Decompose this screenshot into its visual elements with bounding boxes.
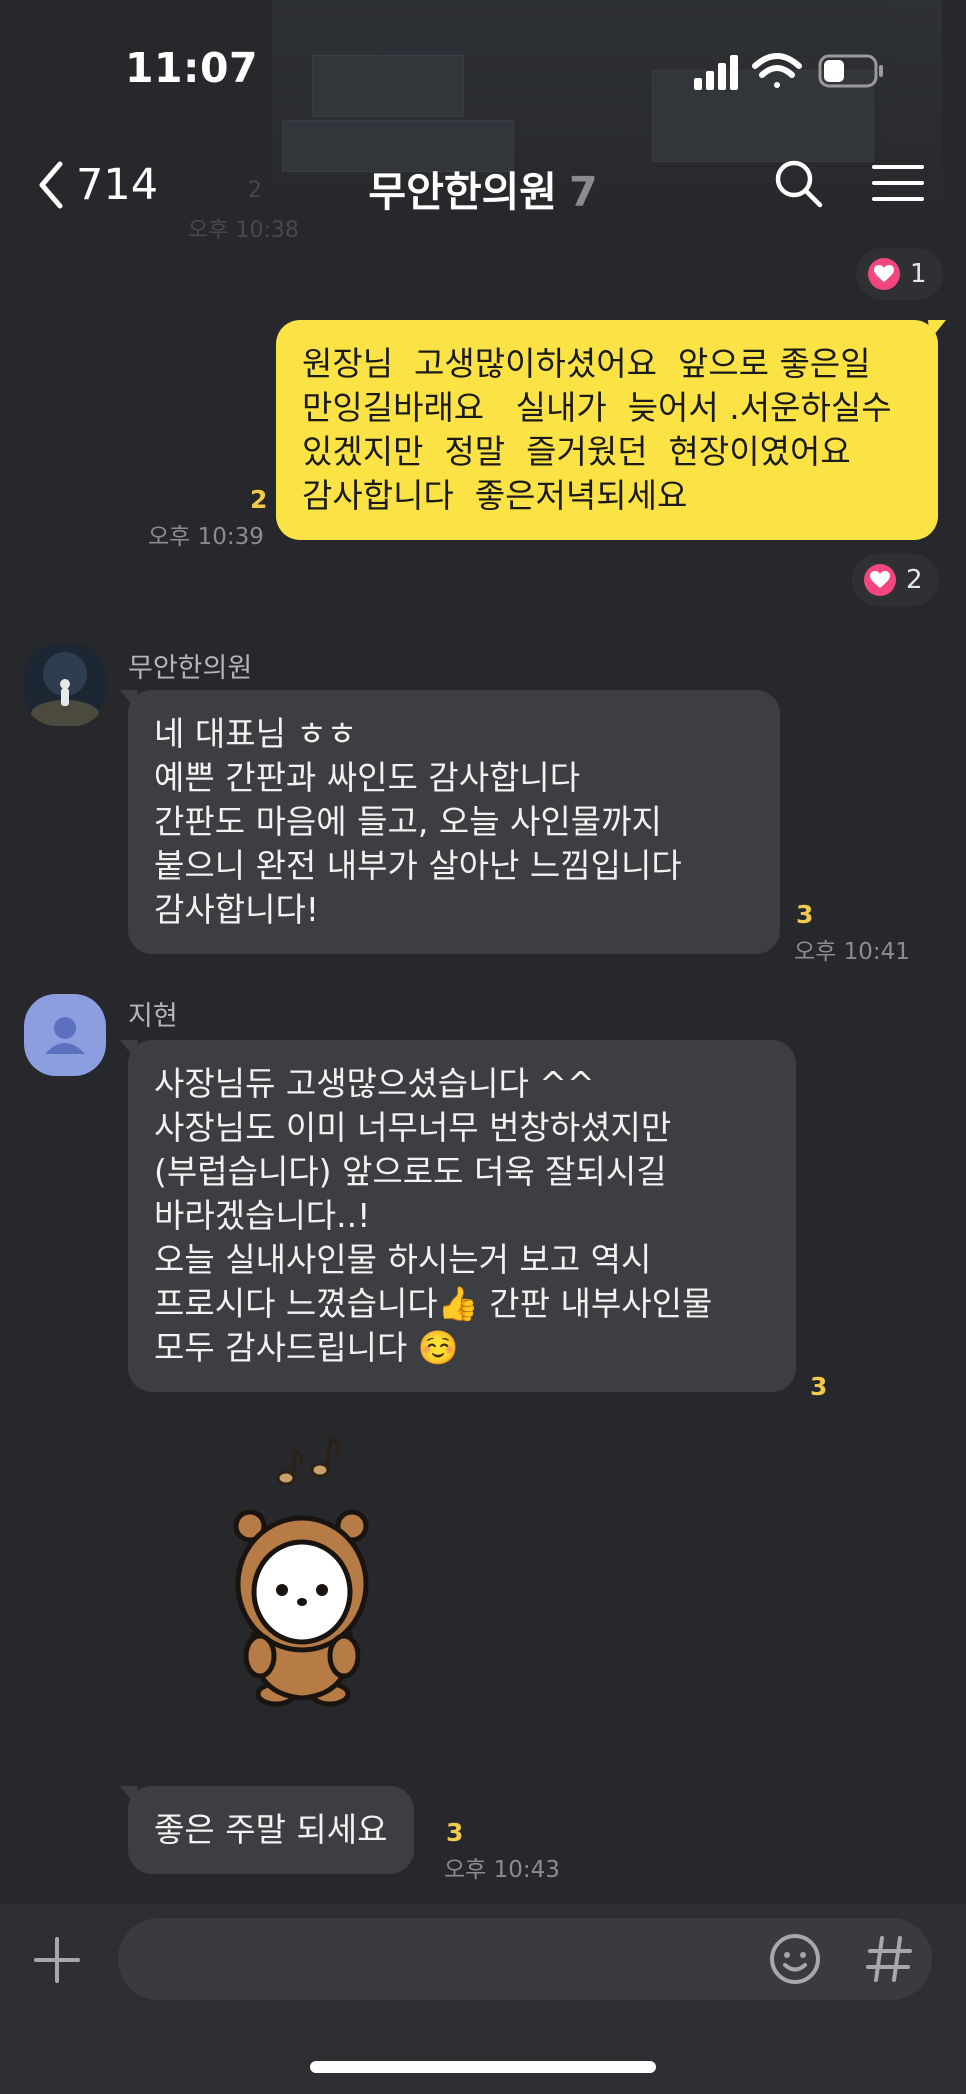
avatar[interactable] <box>24 644 106 726</box>
reaction-badge[interactable]: 1 <box>856 248 943 300</box>
unread-count: 2 <box>250 485 268 514</box>
sender-name: 지현 <box>128 1001 178 1032</box>
reaction-count: 2 <box>906 565 923 595</box>
message-bubble-theirs[interactable]: 좋은 주말 되세요 <box>128 1786 414 1874</box>
default-person-icon <box>45 1017 85 1054</box>
message-time: 오후 10:39 <box>148 524 264 550</box>
cellular-signal-icon <box>694 55 738 90</box>
unread-count: 3 <box>446 1818 464 1847</box>
message-bubble-mine[interactable]: 원장님 고생많이하셨어요 앞으로 좋은일 만잉길바래요 실내가 늦어서 .서운하… <box>276 320 938 540</box>
search-icon[interactable] <box>772 157 824 209</box>
message-bubble-theirs[interactable]: 네 대표님 ㅎㅎ 예쁜 간판과 싸인도 감사합니다 간판도 마음에 들고, 오늘… <box>128 690 780 954</box>
heart-icon <box>868 258 900 290</box>
heart-icon <box>864 564 896 596</box>
message-time: 오후 10:43 <box>444 1857 560 1883</box>
message-bubble-theirs[interactable]: 사장님듀 고생많으셨습니다 ^^ 사장님도 이미 너무너무 번창하셨지만(부럽습… <box>128 1040 796 1392</box>
message-time: 오후 10:41 <box>794 939 910 965</box>
hashtag-icon[interactable] <box>866 1934 912 1984</box>
chatroom-name: 무안한의원 <box>368 168 558 216</box>
bear-costume-sticker[interactable] <box>220 1424 400 1714</box>
plus-icon[interactable] <box>34 1937 80 1983</box>
emoticon-icon[interactable] <box>768 1932 822 1986</box>
unread-count: 3 <box>796 900 814 929</box>
home-indicator <box>310 2061 656 2073</box>
unread-count: 3 <box>810 1372 828 1401</box>
bubble-tail <box>928 320 946 340</box>
menu-icon[interactable] <box>872 157 924 209</box>
status-icons <box>694 53 883 90</box>
sender-name: 무안한의원 <box>128 653 253 684</box>
battery-icon <box>818 54 883 88</box>
reaction-badge[interactable]: 2 <box>852 554 939 606</box>
wifi-icon <box>752 53 802 88</box>
status-time: 11:07 <box>125 44 259 92</box>
avatar[interactable] <box>24 994 106 1076</box>
reaction-count: 1 <box>910 259 927 289</box>
music-notes-icon <box>276 1436 340 1486</box>
member-count: 7 <box>569 168 598 216</box>
